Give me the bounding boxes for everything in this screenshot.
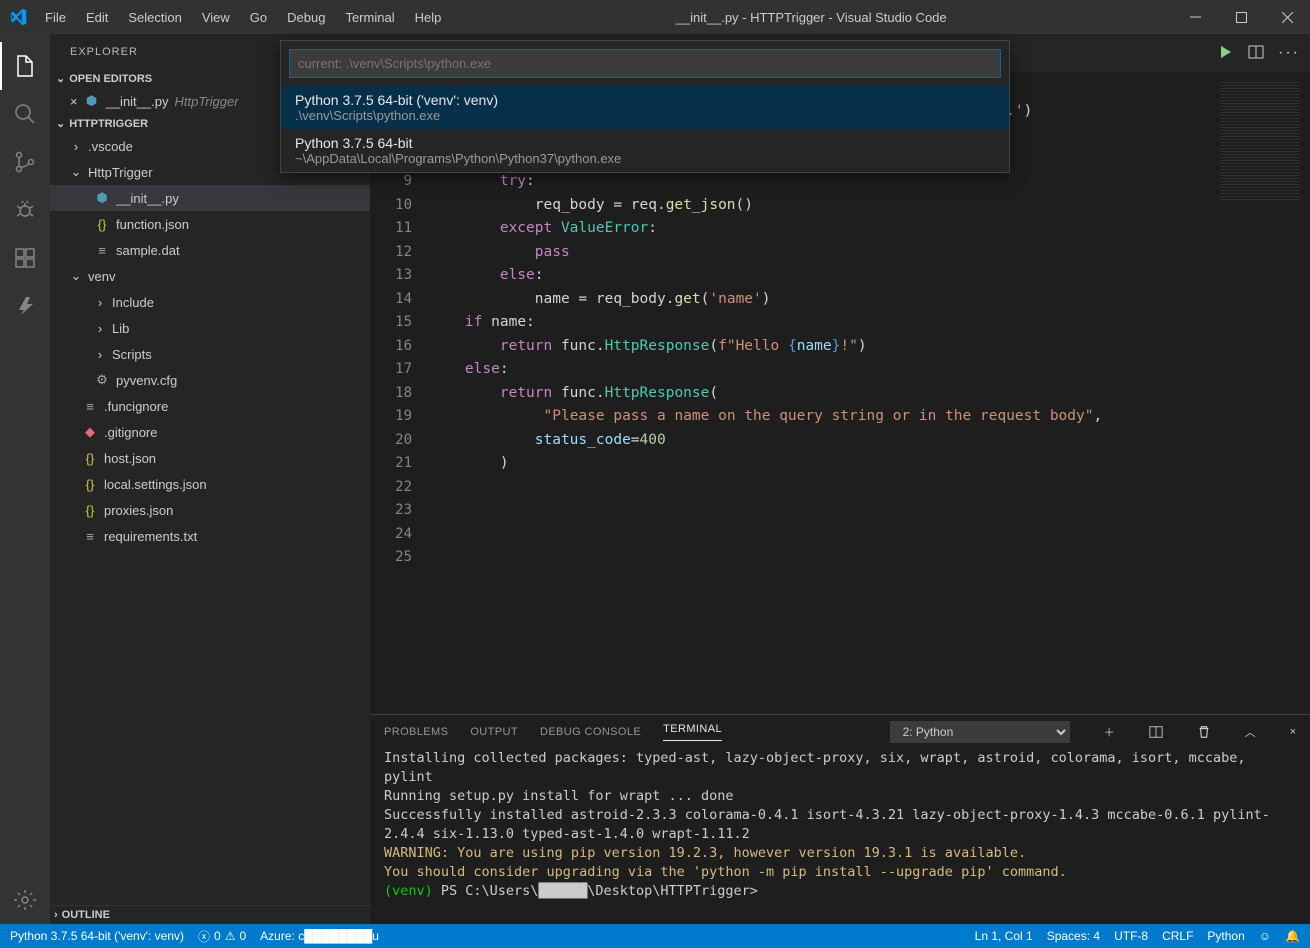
json-file-icon: {} bbox=[94, 217, 110, 232]
maximize-button[interactable] bbox=[1218, 0, 1264, 34]
status-interpreter[interactable]: Python 3.7.5 64-bit ('venv': venv) bbox=[10, 929, 184, 943]
file-icon: ≡ bbox=[94, 243, 110, 258]
new-terminal-icon[interactable]: ＋ bbox=[1104, 724, 1115, 740]
status-feedback-icon[interactable]: ☺ bbox=[1259, 929, 1271, 943]
status-bar: Python 3.7.5 64-bit ('venv': venv) ⓧ0⚠0 … bbox=[0, 924, 1310, 948]
menu-debug[interactable]: Debug bbox=[278, 4, 334, 31]
chevron-down-icon: ⌄ bbox=[70, 268, 82, 284]
tab-terminal[interactable]: TERMINAL bbox=[663, 723, 722, 741]
folder-scripts[interactable]: ›Scripts bbox=[50, 341, 370, 367]
bottom-panel: PROBLEMS OUTPUT DEBUG CONSOLE TERMINAL 2… bbox=[370, 714, 1310, 924]
file-icon: ≡ bbox=[82, 529, 98, 544]
title-bar: File Edit Selection View Go Debug Termin… bbox=[0, 0, 1310, 34]
kill-terminal-icon[interactable] bbox=[1197, 725, 1211, 739]
terminal-body[interactable]: Installing collected packages: typed-ast… bbox=[370, 749, 1310, 924]
status-azure[interactable]: Azure: c████████u bbox=[260, 929, 379, 943]
activity-bar bbox=[0, 34, 50, 924]
status-position[interactable]: Ln 1, Col 1 bbox=[975, 929, 1033, 943]
tab-debug-console[interactable]: DEBUG CONSOLE bbox=[540, 726, 641, 738]
status-spaces[interactable]: Spaces: 4 bbox=[1047, 929, 1100, 943]
json-file-icon: {} bbox=[82, 477, 98, 492]
menu-go[interactable]: Go bbox=[241, 4, 276, 31]
close-button[interactable] bbox=[1264, 0, 1310, 34]
menu-terminal[interactable]: Terminal bbox=[336, 4, 403, 31]
file-gitignore[interactable]: ◆.gitignore bbox=[50, 419, 370, 445]
chevron-down-icon: ⌄ bbox=[56, 72, 65, 85]
close-panel-icon[interactable]: × bbox=[1290, 726, 1296, 738]
file-sample-dat[interactable]: ≡sample.dat bbox=[50, 237, 370, 263]
file-local-settings[interactable]: {}local.settings.json bbox=[50, 471, 370, 497]
chevron-right-icon: › bbox=[94, 321, 106, 336]
chevron-right-icon: › bbox=[70, 139, 82, 154]
run-icon[interactable] bbox=[1218, 44, 1234, 62]
extensions-icon[interactable] bbox=[0, 234, 50, 282]
quick-pick-input[interactable] bbox=[289, 49, 1001, 78]
menu-file[interactable]: File bbox=[36, 4, 75, 31]
status-bell-icon[interactable]: 🔔 bbox=[1285, 929, 1300, 943]
warning-icon: ⚠ bbox=[225, 929, 236, 943]
status-language[interactable]: Python bbox=[1207, 929, 1244, 943]
menu-edit[interactable]: Edit bbox=[77, 4, 117, 31]
search-icon[interactable] bbox=[0, 90, 50, 138]
explorer-icon[interactable] bbox=[0, 42, 50, 90]
json-file-icon: {} bbox=[82, 503, 98, 518]
file-init[interactable]: ⬢__init__.py bbox=[50, 185, 370, 211]
source-control-icon[interactable] bbox=[0, 138, 50, 186]
split-editor-icon[interactable] bbox=[1248, 44, 1264, 62]
chevron-down-icon: ⌄ bbox=[70, 164, 82, 180]
outline-header[interactable]: ›OUTLINE bbox=[50, 905, 370, 924]
file-pyvenv[interactable]: ⚙pyvenv.cfg bbox=[50, 367, 370, 393]
tab-output[interactable]: OUTPUT bbox=[470, 726, 518, 738]
tab-problems[interactable]: PROBLEMS bbox=[384, 726, 448, 738]
python-file-icon: ⬢ bbox=[84, 93, 100, 109]
folder-venv[interactable]: ⌄venv bbox=[50, 263, 370, 289]
json-file-icon: {} bbox=[82, 451, 98, 466]
chevron-right-icon: › bbox=[94, 347, 106, 362]
menu-selection[interactable]: Selection bbox=[119, 4, 190, 31]
file-proxies-json[interactable]: {}proxies.json bbox=[50, 497, 370, 523]
window-title: __init__.py - HTTPTrigger - Visual Studi… bbox=[450, 10, 1172, 25]
file-name: __init__.py bbox=[106, 94, 169, 109]
vscode-logo-icon bbox=[0, 8, 36, 26]
chevron-right-icon: › bbox=[54, 909, 58, 921]
menu-help[interactable]: Help bbox=[406, 4, 451, 31]
file-function-json[interactable]: {}function.json bbox=[50, 211, 370, 237]
file-funcignore[interactable]: ≡.funcignore bbox=[50, 393, 370, 419]
minimize-button[interactable] bbox=[1172, 0, 1218, 34]
status-eol[interactable]: CRLF bbox=[1162, 929, 1193, 943]
quick-pick-item[interactable]: Python 3.7.5 64-bit ~\AppData\Local\Prog… bbox=[281, 129, 1009, 172]
quick-pick-item[interactable]: Python 3.7.5 64-bit ('venv': venv) .\ven… bbox=[281, 86, 1009, 129]
debug-icon[interactable] bbox=[0, 186, 50, 234]
chevron-right-icon: › bbox=[94, 295, 106, 310]
gear-icon: ⚙ bbox=[94, 372, 110, 388]
more-icon[interactable]: ··· bbox=[1278, 44, 1300, 62]
maximize-panel-icon[interactable]: ︿ bbox=[1245, 724, 1256, 740]
terminal-select[interactable]: 2: Python bbox=[890, 721, 1070, 743]
folder-include[interactable]: ›Include bbox=[50, 289, 370, 315]
file-requirements[interactable]: ≡requirements.txt bbox=[50, 523, 370, 549]
file-host-json[interactable]: {}host.json bbox=[50, 445, 370, 471]
settings-gear-icon[interactable] bbox=[0, 876, 50, 924]
git-icon: ◆ bbox=[82, 424, 98, 440]
file-icon: ≡ bbox=[82, 399, 98, 414]
split-terminal-icon[interactable] bbox=[1149, 725, 1163, 739]
file-hint: HttpTrigger bbox=[174, 94, 238, 109]
error-icon: ⓧ bbox=[198, 928, 210, 945]
quick-pick: Python 3.7.5 64-bit ('venv': venv) .\ven… bbox=[280, 40, 1010, 173]
menu-bar: File Edit Selection View Go Debug Termin… bbox=[36, 4, 450, 31]
chevron-down-icon: ⌄ bbox=[56, 117, 65, 130]
folder-lib[interactable]: ›Lib bbox=[50, 315, 370, 341]
status-errors[interactable]: ⓧ0⚠0 bbox=[198, 928, 246, 945]
minimap[interactable] bbox=[1210, 72, 1310, 714]
close-icon[interactable]: × bbox=[70, 94, 78, 109]
azure-icon[interactable] bbox=[0, 282, 50, 330]
python-file-icon: ⬢ bbox=[94, 190, 110, 206]
status-encoding[interactable]: UTF-8 bbox=[1114, 929, 1148, 943]
menu-view[interactable]: View bbox=[193, 4, 239, 31]
